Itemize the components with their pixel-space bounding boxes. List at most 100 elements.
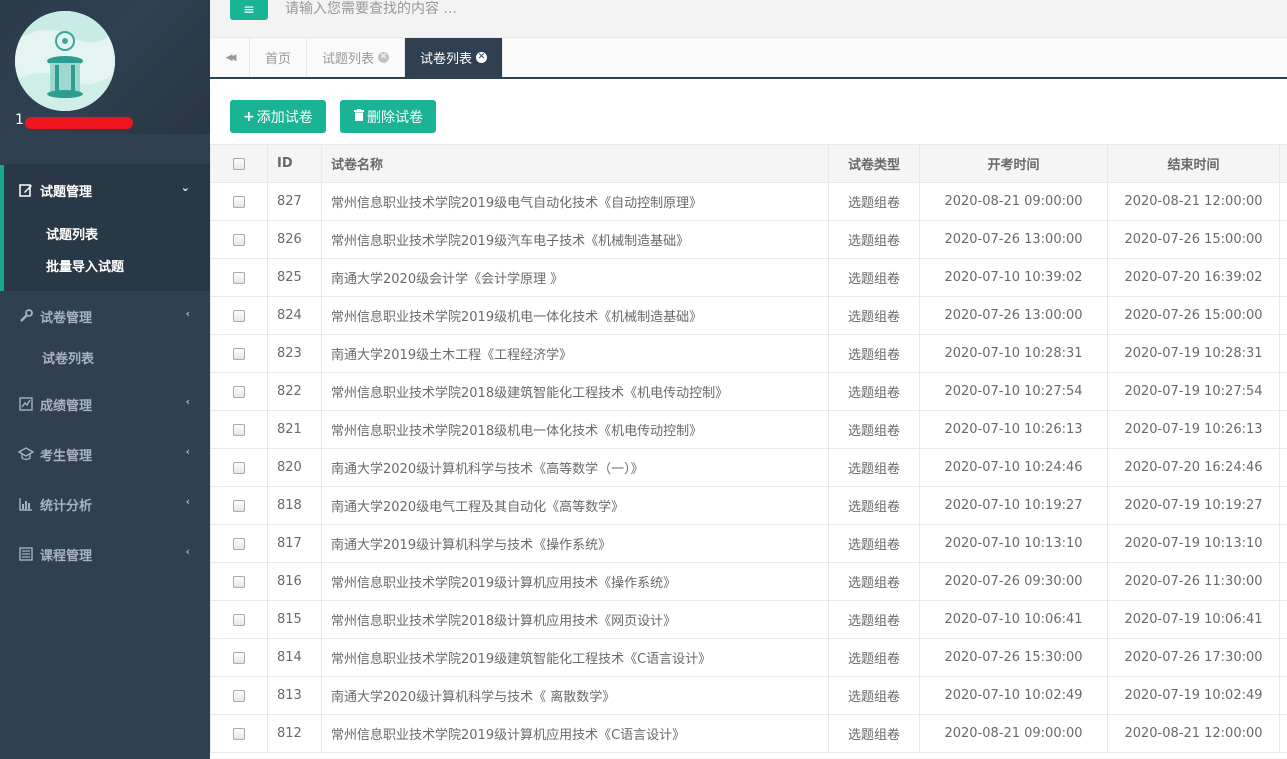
cell-paper-type: 选题组卷 (828, 638, 920, 677)
delete-paper-label: 删除试卷 (367, 109, 423, 126)
cell-start-time: 2020-08-21 09:00:00 (919, 714, 1108, 753)
sidebar-subitem-batch-import[interactable]: 批量导入试题 (4, 249, 210, 281)
sidebar-item-label: 试题管理 (40, 184, 93, 200)
cell-paper-name: 常州信息职业技术学院2019级电气自动化技术《自动控制原理》 (321, 182, 829, 221)
line-chart-icon (18, 396, 34, 412)
menu-toggle-button[interactable]: ≡ (230, 0, 268, 20)
row-checkbox[interactable] (233, 271, 245, 284)
bar-chart-icon (18, 496, 34, 512)
chevron-down-icon: ⌄ (180, 181, 190, 194)
sidebar-nav: 试题管理 ⌄ 试题列表 批量导入试题 试卷管理 ‹ 试卷列表 成绩管理 ‹ 考生… (0, 165, 210, 579)
cell-end-time: 2020-07-26 15:00:00 (1107, 296, 1280, 335)
cell-overflow (1279, 296, 1287, 335)
cell-paper-name: 常州信息职业技术学院2018级机电一体化技术《机电传动控制》 (321, 410, 829, 449)
tab-question-list[interactable]: 试题列表 ✕ (307, 38, 406, 77)
row-checkbox[interactable] (233, 347, 245, 360)
sidebar-item-label: 考生管理 (40, 448, 93, 464)
row-checkbox[interactable] (233, 689, 245, 702)
search-input[interactable]: 请输入您需要查找的内容 ... (285, 0, 457, 20)
table-row[interactable]: 813 南通大学2020级计算机科学与技术《 离散数学》 选题组卷 2020-07-1… (210, 676, 1287, 715)
delete-paper-button[interactable]: 删除试卷 (340, 100, 436, 133)
sidebar-item-statistics[interactable]: 统计分析 ‹ (0, 479, 210, 529)
column-header-id[interactable]: ID (267, 144, 322, 183)
row-checkbox[interactable] (233, 423, 245, 436)
cell-paper-name: 南通大学2020级电气工程及其自动化《高等数学》 (321, 486, 829, 525)
sidebar-subitem-paper-list[interactable]: 试卷列表 (0, 341, 210, 373)
chevron-left-icon: ‹ (185, 545, 190, 558)
tab-paper-list[interactable]: 试卷列表 ✕ (405, 38, 504, 77)
column-header-start-time[interactable]: 开考时间 (919, 144, 1108, 183)
tab-label: 首页 (265, 52, 292, 67)
sidebar-item-label: 试卷管理 (40, 310, 93, 326)
avatar[interactable] (15, 11, 115, 111)
add-paper-button[interactable]: + 添加试卷 (230, 100, 326, 133)
row-checkbox[interactable] (233, 195, 245, 208)
cell-id: 815 (267, 600, 322, 639)
table-row[interactable]: 816 常州信息职业技术学院2019级计算机应用技术《操作系统》 选题组卷 2020-… (210, 562, 1287, 601)
sidebar-item-paper-management[interactable]: 试卷管理 ‹ (0, 291, 210, 341)
sidebar-item-course-management[interactable]: 课程管理 ‹ (0, 529, 210, 579)
cell-id: 825 (267, 258, 322, 297)
row-select-cell (210, 524, 268, 563)
cell-paper-name: 南通大学2019级计算机科学与技术《操作系统》 (321, 524, 829, 563)
table-row[interactable]: 822 常州信息职业技术学院2018级建筑智能化工程技术《机电传动控制》 选题组卷 2… (210, 372, 1287, 411)
sidebar-item-examinee-management[interactable]: 考生管理 ‹ (0, 429, 210, 479)
table-row[interactable]: 823 南通大学2019级土木工程《工程经济学》 选题组卷 2020-07-10 10… (210, 334, 1287, 373)
row-select-cell (210, 486, 268, 525)
tab-label: 试卷列表 (420, 52, 473, 67)
table-row[interactable]: 824 常州信息职业技术学院2019级机电一体化技术《机械制造基础》 选题组卷 202… (210, 296, 1287, 335)
row-checkbox[interactable] (233, 309, 245, 322)
table-row[interactable]: 815 常州信息职业技术学院2018级计算机应用技术《网页设计》 选题组卷 2020-… (210, 600, 1287, 639)
row-select-cell (210, 182, 268, 221)
row-checkbox[interactable] (233, 461, 245, 474)
select-all-checkbox[interactable] (233, 157, 245, 170)
row-select-cell (210, 296, 268, 335)
row-select-cell (210, 600, 268, 639)
sidebar-item-question-management[interactable]: 试题管理 ⌄ (4, 165, 210, 215)
row-select-cell (210, 562, 268, 601)
table-row[interactable]: 827 常州信息职业技术学院2019级电气自动化技术《自动控制原理》 选题组卷 202… (210, 182, 1287, 221)
row-checkbox[interactable] (233, 613, 245, 626)
table-row[interactable]: 817 南通大学2019级计算机科学与技术《操作系统》 选题组卷 2020-07-10… (210, 524, 1287, 563)
row-checkbox[interactable] (233, 727, 245, 740)
list-alt-icon (18, 546, 34, 562)
row-checkbox[interactable] (233, 575, 245, 588)
table-row[interactable]: 818 南通大学2020级电气工程及其自动化《高等数学》 选题组卷 2020-07-1… (210, 486, 1287, 525)
table-row[interactable]: 820 南通大学2020级计算机科学与技术《高等数学（一）》 选题组卷 2020-07… (210, 448, 1287, 487)
cell-end-time: 2020-07-19 10:06:41 (1107, 600, 1280, 639)
row-select-cell (210, 676, 268, 715)
row-checkbox[interactable] (233, 233, 245, 246)
row-select-cell (210, 638, 268, 677)
table-row[interactable]: 821 常州信息职业技术学院2018级机电一体化技术《机电传动控制》 选题组卷 202… (210, 410, 1287, 449)
row-checkbox[interactable] (233, 537, 245, 550)
row-checkbox[interactable] (233, 385, 245, 398)
cell-paper-type: 选题组卷 (828, 562, 920, 601)
cell-paper-type: 选题组卷 (828, 410, 920, 449)
column-header-name[interactable]: 试卷名称 (321, 144, 829, 183)
table-header-row: ID 试卷名称 试卷类型 开考时间 结束时间 (210, 144, 1287, 183)
chevron-left-icon: ‹ (185, 395, 190, 408)
close-icon[interactable]: ✕ (476, 52, 488, 63)
table-row[interactable]: 826 常州信息职业技术学院2019级汽车电子技术《机械制造基础》 选题组卷 2020… (210, 220, 1287, 259)
sidebar-subitem-question-list[interactable]: 试题列表 (4, 217, 210, 249)
row-select-cell (210, 258, 268, 297)
username[interactable]: 1 (15, 112, 24, 128)
column-header-end-time[interactable]: 结束时间 (1107, 144, 1280, 183)
table-row[interactable]: 812 常州信息职业技术学院2019级计算机应用技术《C语言设计》 选题组卷 2020… (210, 714, 1287, 753)
close-icon[interactable]: ✕ (378, 52, 390, 63)
cell-end-time: 2020-07-26 17:30:00 (1107, 638, 1280, 677)
tab-bar: ◀◀ 首页 试题列表 ✕ 试卷列表 ✕ (210, 38, 1287, 79)
cell-end-time: 2020-07-20 16:24:46 (1107, 448, 1280, 487)
cell-paper-name: 常州信息职业技术学院2018级建筑智能化工程技术《机电传动控制》 (321, 372, 829, 411)
cell-overflow (1279, 486, 1287, 525)
cell-id: 824 (267, 296, 322, 335)
column-header-type[interactable]: 试卷类型 (828, 144, 920, 183)
sidebar-item-score-management[interactable]: 成绩管理 ‹ (0, 379, 210, 429)
tab-home[interactable]: 首页 (250, 38, 308, 77)
tab-scroll-left-button[interactable]: ◀◀ (210, 38, 250, 77)
table-row[interactable]: 825 南通大学2020级会计学《会计学原理 》选题组卷 2020-07-10 10… (210, 258, 1287, 297)
row-checkbox[interactable] (233, 499, 245, 512)
table-row[interactable]: 814 常州信息职业技术学院2019级建筑智能化工程技术《C语言设计》 选题组卷 20… (210, 638, 1287, 677)
row-checkbox[interactable] (233, 651, 245, 664)
cell-end-time: 2020-07-19 10:27:54 (1107, 372, 1280, 411)
